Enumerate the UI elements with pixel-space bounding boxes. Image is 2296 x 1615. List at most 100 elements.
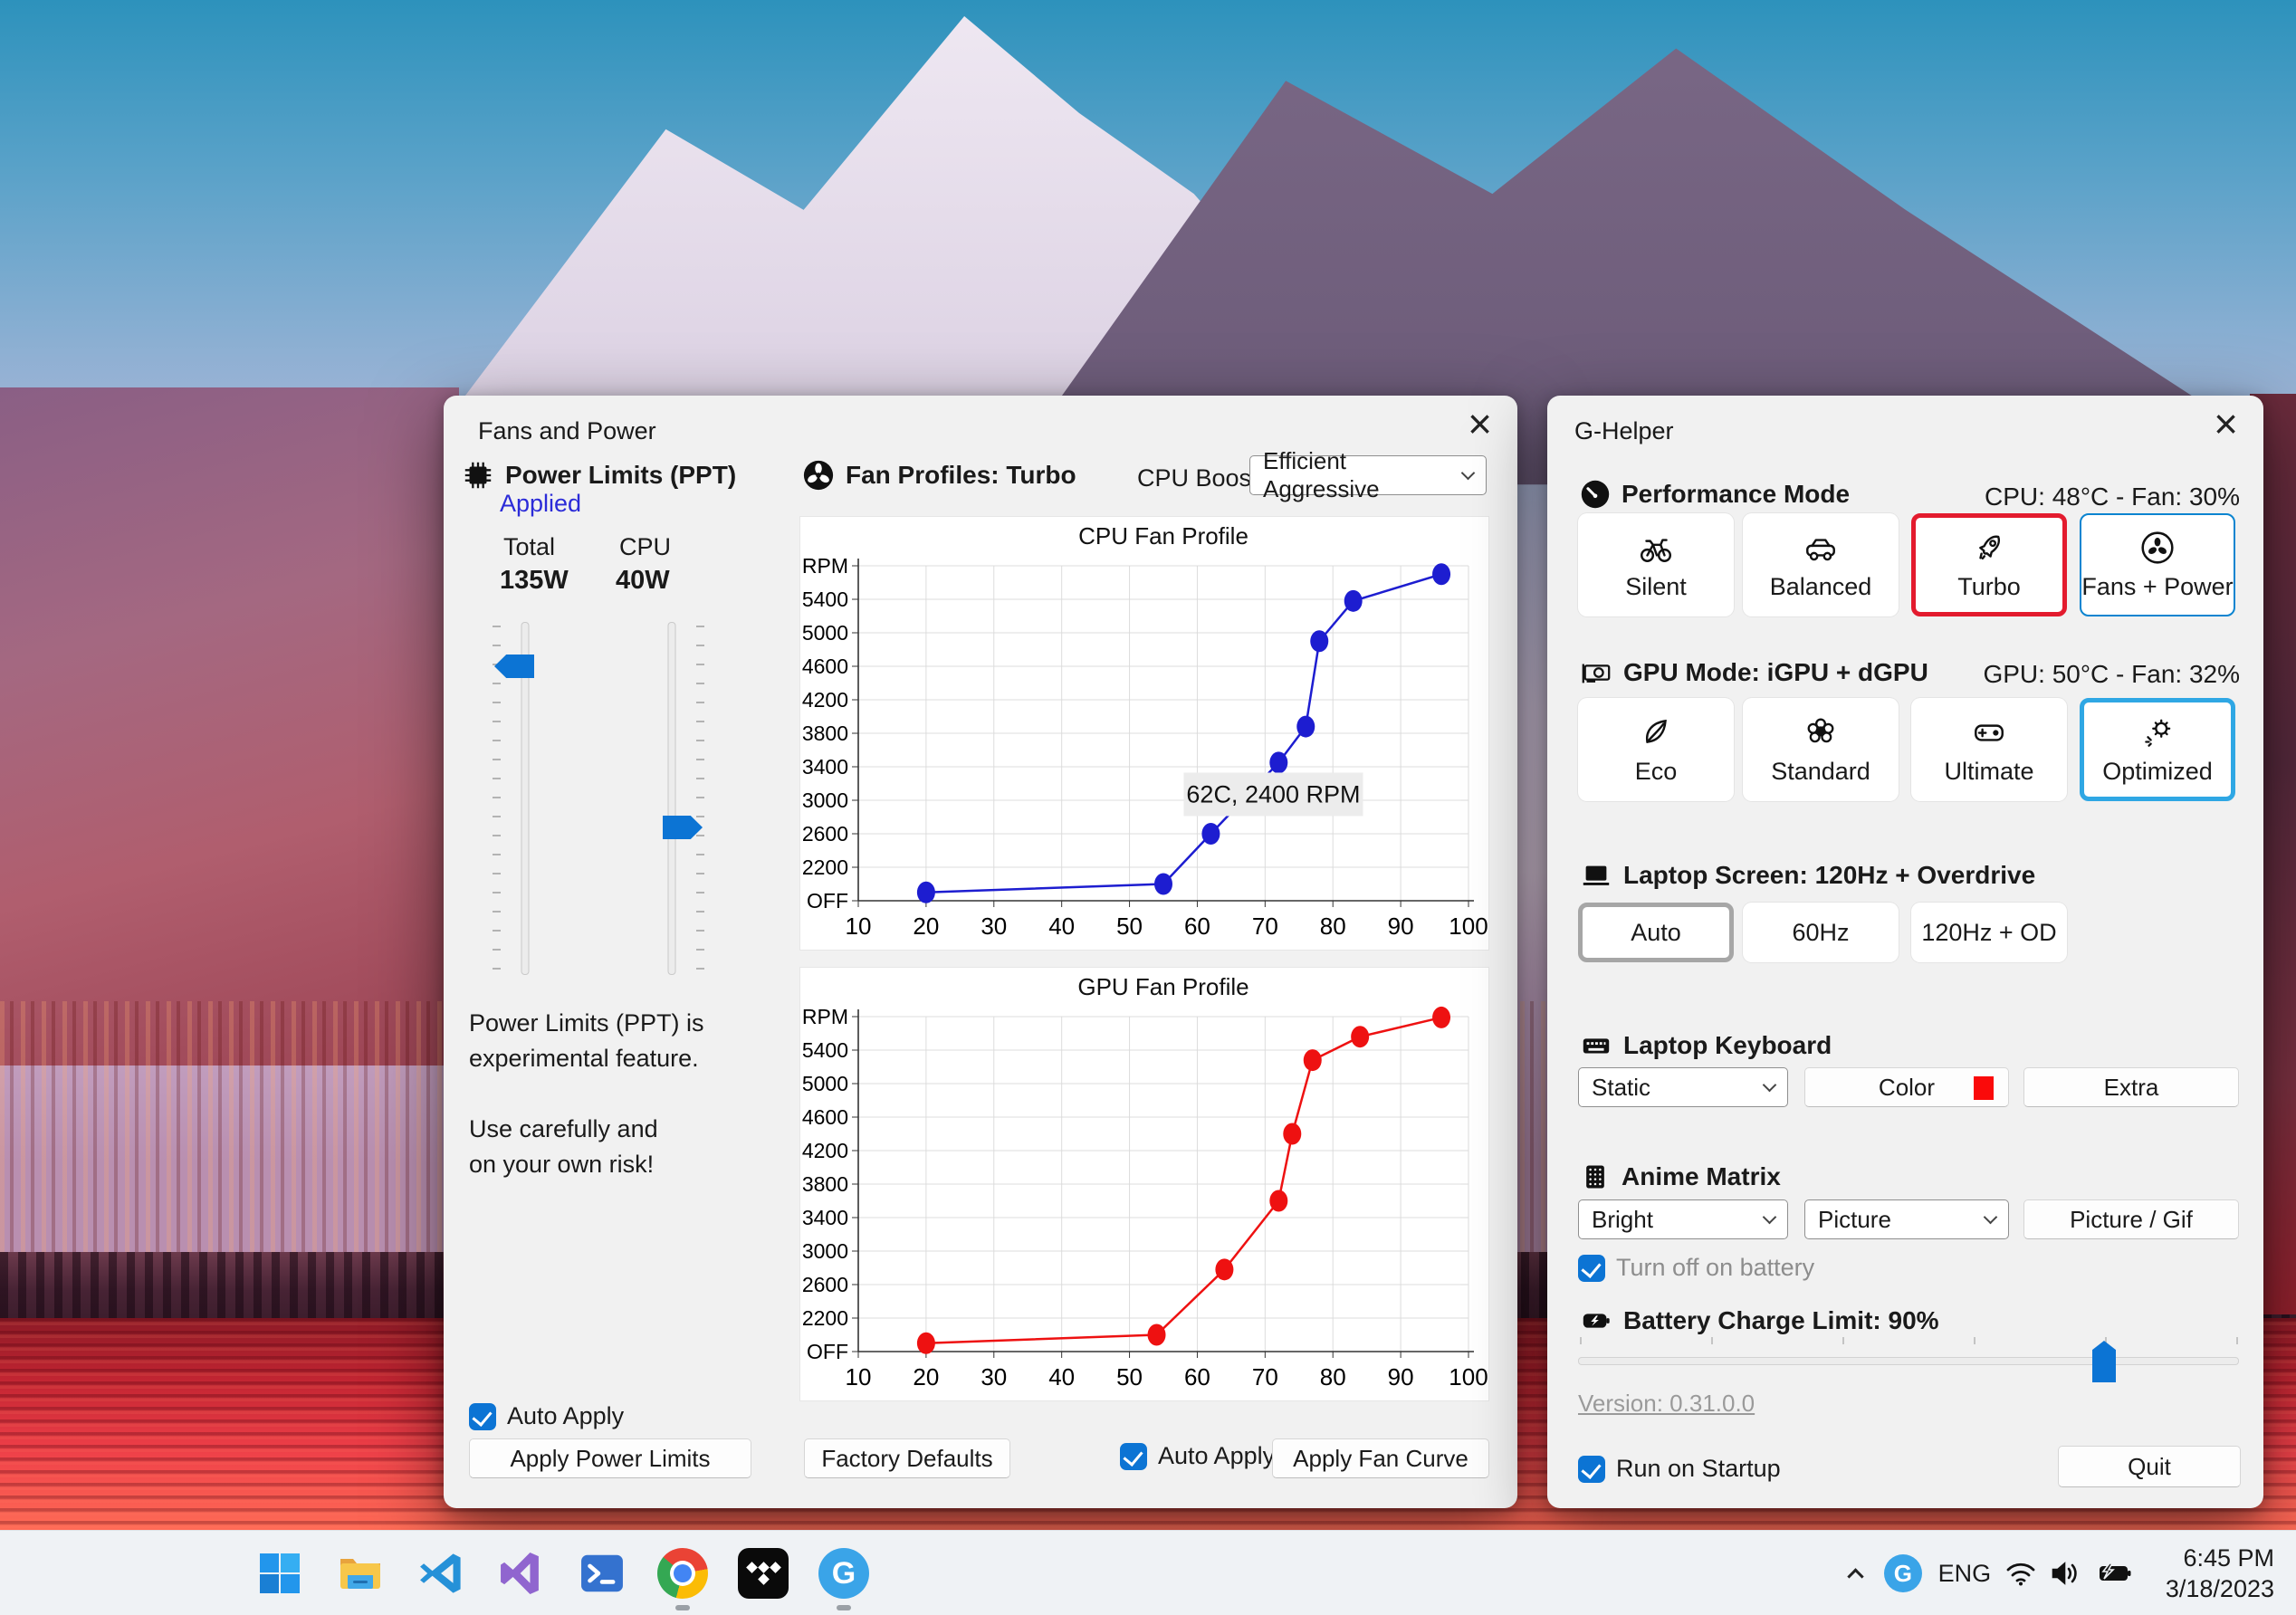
svg-text:50: 50 [1116, 913, 1143, 940]
close-icon[interactable]: × [2214, 403, 2238, 444]
g-helper-tray-icon[interactable]: G [1876, 1554, 1930, 1592]
auto-apply-fan-row: Auto Apply [1120, 1442, 1275, 1470]
g-helper-taskbar-icon[interactable]: G [814, 1543, 874, 1610]
g-helper-window: G-Helper × Performance Mode CPU: 48°C - … [1547, 396, 2263, 1508]
factory-defaults-button[interactable]: Factory Defaults [804, 1438, 1010, 1478]
power-limits-status: Applied [500, 490, 582, 517]
svg-text:80: 80 [1320, 1363, 1346, 1390]
wallpaper-pink-slope [0, 387, 460, 1066]
battery-icon[interactable] [2090, 1560, 2140, 1587]
gpu-fan-profile-chart[interactable]: GPU Fan Profile OFF 2200 2600 3000 3400 3800 42… [799, 967, 1489, 1401]
file-explorer-icon[interactable] [330, 1543, 390, 1603]
mode-label: Silent [1625, 572, 1687, 600]
cpu-power-slider[interactable] [650, 622, 704, 975]
vscode-icon[interactable] [411, 1543, 471, 1603]
battery-slider-thumb[interactable] [2092, 1341, 2116, 1382]
fan-profiles-header: Fan Profiles: Turbo [802, 459, 1076, 492]
turn-off-on-battery-label: Turn off on battery [1616, 1254, 1815, 1281]
clock-date: 3/18/2023 [2165, 1575, 2274, 1602]
svg-text:20: 20 [913, 913, 939, 940]
svg-text:5000: 5000 [802, 1072, 848, 1095]
keyboard-mode-dropdown[interactable]: Static [1578, 1067, 1788, 1107]
battery-slider-track[interactable] [1578, 1357, 2239, 1365]
svg-text:20: 20 [913, 1363, 939, 1390]
svg-text:3000: 3000 [802, 788, 848, 812]
chevron-down-icon [1460, 465, 1476, 480]
visual-studio-icon[interactable] [492, 1543, 551, 1603]
keyboard-color-button[interactable]: Color [1804, 1067, 2009, 1107]
laptop-screen-title: Laptop Screen: 120Hz + Overdrive [1623, 861, 2036, 889]
window-title: Fans and Power [478, 417, 656, 444]
screen-120hz-od-button[interactable]: 120Hz + OD [1911, 903, 2067, 962]
svg-text:5400: 5400 [802, 1038, 848, 1062]
auto-apply-power-checkbox[interactable] [469, 1402, 496, 1430]
run-on-startup-label: Run on Startup [1616, 1455, 1781, 1482]
svg-text:50: 50 [1116, 1363, 1143, 1390]
ultimate-gpu-button[interactable]: Ultimate [1911, 698, 2067, 801]
running-indicator [837, 1605, 851, 1610]
start-button[interactable] [250, 1543, 310, 1603]
keyboard-extra-button[interactable]: Extra [2023, 1067, 2239, 1107]
auto-apply-fan-checkbox[interactable] [1120, 1442, 1147, 1470]
optimized-gpu-button[interactable]: Optimized [2080, 698, 2235, 801]
gpu-mode-title: GPU Mode: iGPU + dGPU [1623, 658, 1928, 686]
screen-60hz-button[interactable]: 60Hz [1743, 903, 1899, 962]
svg-text:RPM: RPM [802, 554, 848, 578]
svg-text:80: 80 [1320, 913, 1346, 940]
matrix-icon [1580, 1161, 1611, 1192]
language-indicator[interactable]: ENG [1930, 1560, 1999, 1588]
cpu-fan-profile-chart[interactable]: CPU Fan Profile OFF 2200 2600 3000 3400 3800 42… [799, 516, 1489, 951]
eco-gpu-button[interactable]: Eco [1578, 698, 1734, 801]
screen-auto-button[interactable]: Auto [1578, 903, 1734, 962]
svg-text:100: 100 [1449, 913, 1488, 940]
svg-text:2600: 2600 [802, 822, 848, 846]
laptop-keyboard-header: Laptop Keyboard [1580, 1029, 1832, 1062]
fans-power-mode-button[interactable]: Fans + Power [2080, 513, 2235, 616]
apply-fan-curve-button[interactable]: Apply Fan Curve [1272, 1438, 1489, 1478]
terminal-icon[interactable] [572, 1543, 632, 1603]
cpu-boost-dropdown[interactable]: Efficient Aggressive [1249, 447, 1487, 502]
turbo-mode-button[interactable]: Turbo [1911, 513, 2067, 616]
matrix-mode-dropdown[interactable]: Picture [1804, 1199, 2009, 1239]
svg-text:4600: 4600 [802, 1105, 848, 1129]
color-swatch [1974, 1076, 1994, 1100]
note-line: Power Limits (PPT) is [469, 1009, 704, 1037]
tray-expand-chevron-icon[interactable] [1836, 1565, 1876, 1585]
mode-label: Optimized [2102, 757, 2213, 785]
quit-button[interactable]: Quit [2058, 1446, 2241, 1487]
battery-slider-ticks [1580, 1337, 2239, 1344]
power-limits-title: Power Limits (PPT) [505, 461, 737, 489]
close-icon[interactable]: × [1468, 403, 1492, 444]
laptop-screen-icon [1580, 859, 1612, 892]
svg-text:3400: 3400 [802, 1206, 848, 1229]
run-on-startup-checkbox[interactable] [1578, 1455, 1605, 1483]
chevron-down-icon [1983, 1209, 1998, 1224]
tidal-icon[interactable] [733, 1543, 793, 1603]
picture-gif-button[interactable]: Picture / Gif [2023, 1199, 2239, 1239]
svg-text:90: 90 [1388, 913, 1414, 940]
total-power-slider[interactable] [493, 622, 547, 975]
turn-off-on-battery-checkbox[interactable] [1578, 1254, 1605, 1282]
performance-mode-header: Performance Mode [1580, 479, 1850, 510]
laptop-keyboard-title: Laptop Keyboard [1623, 1031, 1832, 1059]
svg-text:5000: 5000 [802, 621, 848, 645]
note-line: Use carefully and [469, 1115, 658, 1142]
chevron-down-icon [1762, 1077, 1777, 1092]
svg-text:60: 60 [1184, 1363, 1210, 1390]
mode-label: Turbo [1957, 572, 2021, 600]
matrix-brightness-dropdown[interactable]: Bright [1578, 1199, 1788, 1239]
wifi-icon[interactable] [1999, 1559, 2042, 1588]
svg-text:100: 100 [1449, 1363, 1488, 1390]
apply-power-limits-button[interactable]: Apply Power Limits [469, 1438, 751, 1478]
volume-icon[interactable] [2042, 1559, 2090, 1588]
version-link[interactable]: Version: 0.31.0.0 [1578, 1390, 1755, 1418]
chrome-icon[interactable] [653, 1543, 713, 1610]
matrix-battery-row: Turn off on battery [1578, 1254, 1814, 1282]
standard-gpu-button[interactable]: Standard [1743, 698, 1899, 801]
slider-track[interactable] [667, 622, 676, 975]
gpu-temp-status: GPU: 50°C - Fan: 32% [1983, 660, 2240, 688]
taskbar-clock[interactable]: 6:45 PM 3/18/2023 [2166, 1543, 2274, 1604]
balanced-mode-button[interactable]: Balanced [1743, 513, 1899, 616]
silent-mode-button[interactable]: Silent [1578, 513, 1734, 616]
svg-text:30: 30 [981, 1363, 1007, 1390]
